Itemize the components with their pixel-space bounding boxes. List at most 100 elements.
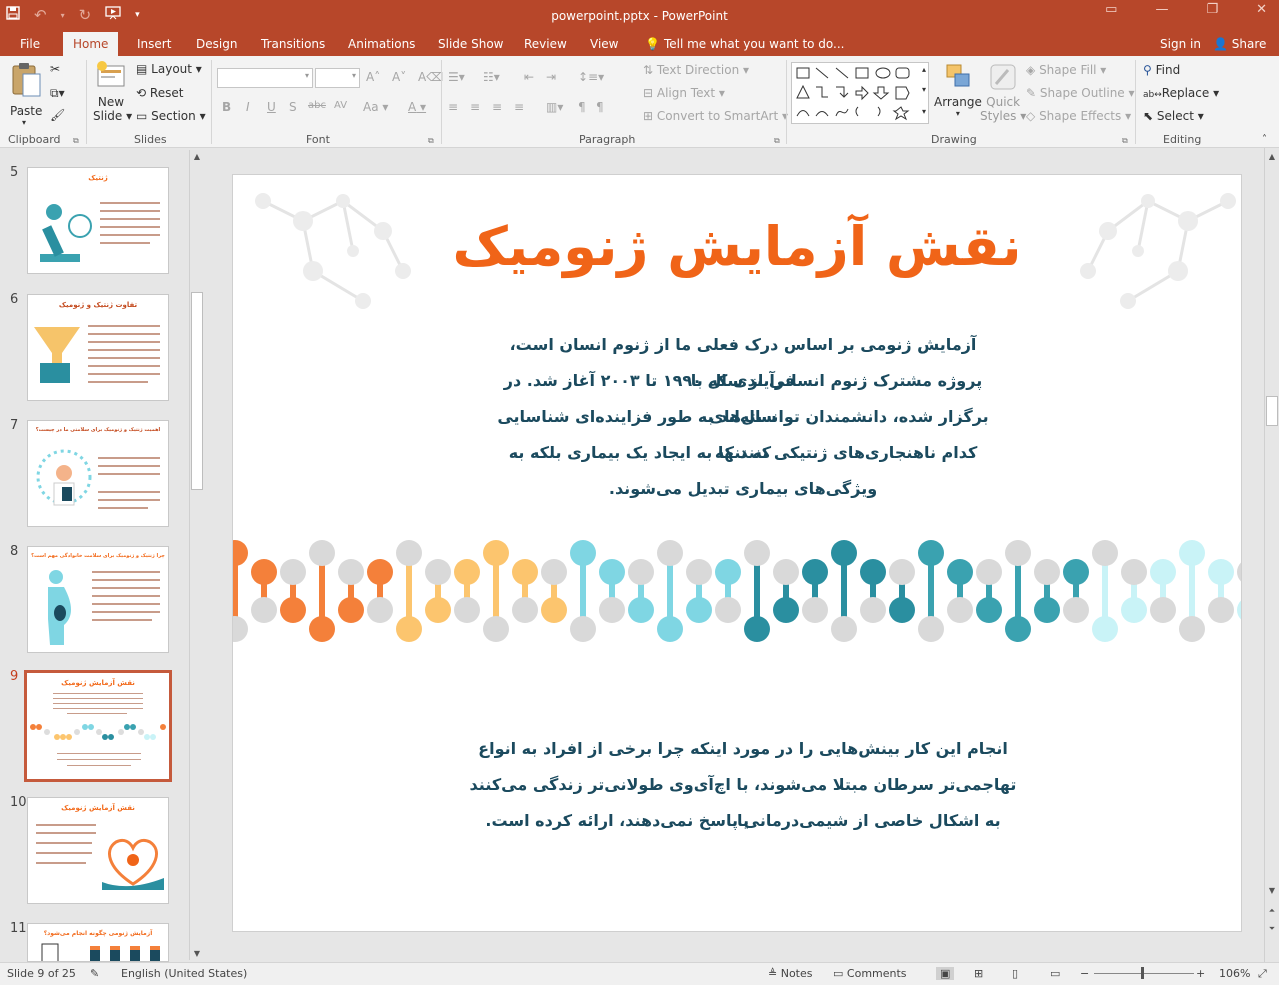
- numbering-icon[interactable]: ☷▾: [483, 70, 500, 84]
- scroll-down-icon[interactable]: ▼: [190, 949, 204, 958]
- italic-button[interactable]: I: [246, 100, 250, 114]
- tell-me-box[interactable]: 💡 Tell me what you want to do...: [645, 32, 845, 56]
- font-name-box[interactable]: ▾: [217, 68, 313, 88]
- chevron-down-icon[interactable]: ▾: [922, 85, 926, 94]
- shape-effects-button[interactable]: ◇ Shape Effects ▾: [1026, 109, 1131, 123]
- slide-thumbnail-9[interactable]: نقش آزمایش ژنومیک: [24, 670, 172, 782]
- new-slide-button[interactable]: New Slide ▾: [93, 60, 132, 123]
- align-center-icon[interactable]: ≡: [470, 100, 480, 114]
- bullets-icon[interactable]: ☰▾: [448, 70, 465, 84]
- tab-view[interactable]: View: [590, 32, 618, 56]
- collapse-ribbon-icon[interactable]: ˄: [1262, 134, 1267, 145]
- tab-home[interactable]: Home: [63, 32, 119, 56]
- section-button[interactable]: ▭ Section ▾: [136, 109, 206, 123]
- ribbon-display-options-icon[interactable]: ▭: [1105, 2, 1117, 17]
- share-button[interactable]: 👤 Share: [1213, 32, 1266, 56]
- spell-check-icon[interactable]: ✎: [90, 967, 99, 980]
- scrollbar-thumb[interactable]: [1266, 396, 1278, 426]
- shape-fill-button[interactable]: ◈ Shape Fill ▾: [1026, 63, 1106, 77]
- slide-thumbnail-7[interactable]: اهمیت ژنتیک و ژنومیک برای سلامتی ما در چ…: [27, 420, 169, 527]
- scroll-up-icon[interactable]: ▲: [190, 152, 204, 161]
- sign-in-link[interactable]: Sign in: [1160, 32, 1201, 56]
- slide-canvas[interactable]: نقش آزمایش ژنومیک آزمایش ژنومی بر اساس د…: [232, 174, 1242, 932]
- cut-icon[interactable]: ✂: [50, 62, 60, 76]
- slide-scrollbar[interactable]: ▲ ▼ ⏶ ⏷: [1264, 148, 1278, 962]
- format-painter-icon[interactable]: 🖌: [50, 108, 65, 122]
- slide-sorter-icon[interactable]: ⊞: [974, 967, 983, 980]
- select-button[interactable]: ⬉ Select ▾: [1143, 109, 1204, 123]
- convert-smartart-button[interactable]: ⊞ Convert to SmartArt ▾: [643, 109, 788, 123]
- zoom-slider[interactable]: [1094, 973, 1194, 974]
- tab-design[interactable]: Design: [196, 32, 237, 56]
- slide-thumbnail-5[interactable]: ژنتیک: [27, 167, 169, 274]
- font-size-box[interactable]: ▾: [315, 68, 360, 88]
- slide-thumbnail-10[interactable]: نقش آزمایش ژنومیک: [27, 797, 169, 904]
- scrollbar-thumb[interactable]: [191, 292, 203, 490]
- scroll-up-icon[interactable]: ▲: [1265, 152, 1279, 161]
- bold-button[interactable]: B: [222, 100, 231, 114]
- find-button[interactable]: ⚲ Find: [1143, 63, 1180, 77]
- tab-transitions[interactable]: Transitions: [261, 32, 325, 56]
- quick-styles-button[interactable]: Quick Styles ▾: [980, 62, 1026, 123]
- slide-paragraph-1[interactable]: آزمایش ژنومی بر اساس درک فعلی ما از ژنوم…: [483, 327, 1003, 507]
- shapes-gallery[interactable]: ▴ ▾ ▾: [791, 62, 929, 124]
- shape-outline-button[interactable]: ✎ Shape Outline ▾: [1026, 86, 1135, 100]
- reset-button[interactable]: ⟲ Reset: [136, 86, 183, 100]
- character-spacing-button[interactable]: AV: [334, 100, 347, 111]
- slide-show-icon[interactable]: ▭: [1050, 967, 1060, 980]
- dialog-launcher-icon[interactable]: ⧉: [73, 136, 79, 146]
- increase-indent-icon[interactable]: ⇥: [546, 70, 556, 84]
- replace-button[interactable]: ab↔Replace ▾: [1143, 86, 1219, 100]
- tab-slide-show[interactable]: Slide Show: [438, 32, 503, 56]
- paste-button[interactable]: Paste ▾: [10, 62, 42, 127]
- minimize-icon[interactable]: —: [1155, 2, 1168, 17]
- tab-review[interactable]: Review: [524, 32, 567, 56]
- clear-formatting-icon[interactable]: A⌫: [418, 70, 443, 84]
- tab-insert[interactable]: Insert: [137, 32, 171, 56]
- slide-title[interactable]: نقش آزمایش ژنومیک: [233, 215, 1241, 278]
- align-right-icon[interactable]: ≡: [492, 100, 502, 114]
- chevron-up-icon[interactable]: ▴: [922, 65, 926, 74]
- arrange-button[interactable]: Arrange ▾: [934, 62, 982, 118]
- font-color-button[interactable]: A ▾: [408, 100, 426, 114]
- shrink-font-icon[interactable]: A˅: [392, 70, 406, 84]
- justify-icon[interactable]: ≡: [514, 100, 524, 114]
- slide-thumbnail-8[interactable]: چرا ژنتیک و ژنومیک برای سلامت خانوادگی م…: [27, 546, 169, 653]
- dialog-launcher-icon[interactable]: ⧉: [774, 136, 780, 146]
- next-slide-icon[interactable]: ⏷: [1265, 924, 1279, 934]
- close-icon[interactable]: ✕: [1256, 2, 1267, 17]
- align-left-icon[interactable]: ≡: [448, 100, 458, 114]
- dialog-launcher-icon[interactable]: ⧉: [1122, 136, 1128, 146]
- text-direction-button[interactable]: ⇅ Text Direction ▾: [643, 63, 749, 77]
- strikethrough-button[interactable]: abc: [308, 100, 326, 111]
- text-shadow-button[interactable]: S: [289, 100, 297, 114]
- tab-file[interactable]: File: [20, 32, 40, 56]
- ltr-icon[interactable]: ¶: [596, 100, 604, 114]
- previous-slide-icon[interactable]: ⏶: [1265, 906, 1279, 916]
- copy-icon[interactable]: ⧉▾: [50, 86, 65, 101]
- rtl-icon[interactable]: ¶: [578, 100, 586, 114]
- more-icon[interactable]: ▾: [922, 107, 926, 116]
- zoom-slider-thumb[interactable]: [1141, 967, 1144, 979]
- reading-view-icon[interactable]: ▯: [1012, 967, 1018, 980]
- slide-counter[interactable]: Slide 9 of 25: [7, 967, 76, 980]
- layout-button[interactable]: ▤ Layout ▾: [136, 62, 202, 76]
- zoom-level[interactable]: 106%: [1219, 967, 1250, 980]
- decrease-indent-icon[interactable]: ⇤: [524, 70, 534, 84]
- notes-button[interactable]: ≜ Notes: [768, 967, 813, 980]
- grow-font-icon[interactable]: A˄: [366, 70, 380, 84]
- scroll-down-icon[interactable]: ▼: [1265, 886, 1279, 895]
- language-indicator[interactable]: English (United States): [121, 967, 247, 980]
- thumbnails-scrollbar[interactable]: ▲ ▼: [189, 150, 203, 960]
- slide-thumbnail-11[interactable]: آزمایش ژنومی چگونه انجام می‌شود؟: [27, 923, 169, 962]
- slide-paragraph-2[interactable]: انجام این کار بینش‌هایی را در مورد اینکه…: [463, 731, 1023, 839]
- underline-button[interactable]: U: [267, 100, 276, 114]
- change-case-button[interactable]: Aa ▾: [363, 100, 388, 114]
- line-spacing-icon[interactable]: ↕≡▾: [578, 70, 604, 84]
- comments-button[interactable]: ▭ Comments: [833, 967, 907, 980]
- dialog-launcher-icon[interactable]: ⧉: [428, 136, 434, 146]
- slide-thumbnail-6[interactable]: تفاوت ژنتیک و ژنومیک: [27, 294, 169, 401]
- columns-icon[interactable]: ▥▾: [546, 100, 563, 114]
- restore-icon[interactable]: ❐: [1206, 2, 1218, 17]
- fit-slide-icon[interactable]: ⤢: [1258, 967, 1267, 981]
